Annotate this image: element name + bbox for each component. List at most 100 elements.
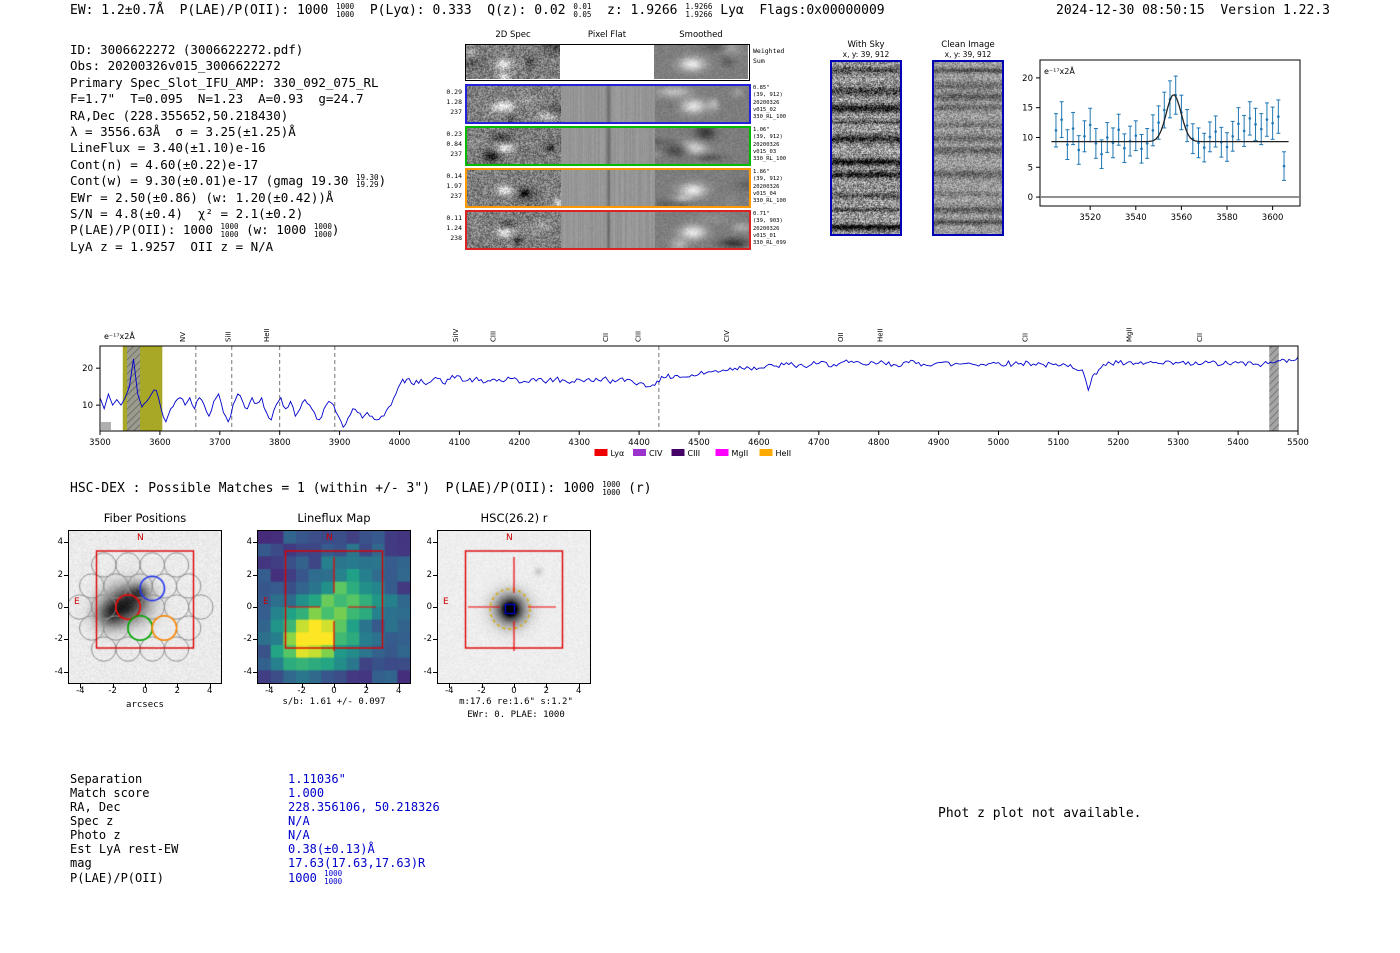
- x-tick-label: 3500: [89, 438, 111, 448]
- info-line: F=1.7" T=0.095 N=1.23 A=0.93 g=24.7: [70, 91, 364, 107]
- fiber-xtick: [80, 684, 82, 688]
- match-row-label: mag: [70, 856, 92, 870]
- lineflux-xtick: [398, 684, 400, 688]
- y-tick-label: 10: [1022, 133, 1033, 143]
- clean-image-panel: [932, 60, 1004, 236]
- with-sky-coords: x, y: 39, 912: [842, 50, 890, 59]
- right-label: v015_03: [753, 148, 777, 155]
- fiber-smoothed-image: [655, 86, 749, 122]
- plae-label: P(LAE)/P(OII): 1000: [179, 3, 337, 19]
- match-row-value: 1000: [288, 870, 325, 885]
- lineflux-xtick: [301, 684, 303, 688]
- masked-region-band: [1269, 346, 1279, 431]
- info-line: S/N = 4.8(±0.4) χ² = 2.1(±0.2): [70, 206, 304, 222]
- z-fraction: 1.9266 1.9266: [685, 3, 712, 19]
- z-value: z: 1.9266: [591, 3, 686, 19]
- emission-line-label: NV: [179, 332, 187, 342]
- data-point: [1066, 143, 1069, 146]
- spec2d-row-right-labels: 1.86" (39, 912) 20200326 v015_04 330_RL_100: [753, 169, 797, 205]
- data-point: [1259, 127, 1263, 131]
- left-label: 238: [450, 234, 462, 243]
- flux-units-annotation: e⁻¹⁷x2Å: [104, 330, 135, 341]
- match-row-value: 1.000: [288, 786, 325, 800]
- match-row-label: RA, Dec: [70, 800, 121, 814]
- right-label: (39, 912): [753, 92, 783, 99]
- match-table-row: Match score 1.000: [70, 786, 440, 800]
- clean-image-title: Clean Image: [941, 40, 995, 50]
- spec2d-fiber-row: [465, 210, 751, 250]
- hsc-xtick: [578, 684, 580, 688]
- fraction-bottom: 1000: [602, 487, 621, 497]
- fiber-xtick: [145, 684, 146, 688]
- fiber-xlabel: arcsecs: [126, 700, 164, 710]
- text: (w: 1000: [238, 222, 314, 238]
- lineflux-ytick-label: -4: [243, 666, 252, 677]
- compass-north: N: [137, 533, 144, 543]
- hsc-match-header: HSC-DEX : Possible Matches = 1 (within +…: [70, 481, 652, 497]
- data-point: [1134, 134, 1138, 137]
- text: Cont(w) = 9.30(±0.01)e-17 (gmag 19.30: [70, 173, 356, 189]
- data-point: [1254, 123, 1257, 126]
- x-tick-label: 5300: [1167, 438, 1189, 448]
- x-tick-label: 3700: [209, 438, 231, 448]
- x-tick-label: 4500: [688, 438, 710, 448]
- match-table-row: mag 17.63(17.63,17.63)R: [70, 856, 440, 870]
- left-label: 237: [450, 150, 462, 159]
- lineflux-ytick: [253, 542, 257, 544]
- data-point: [1157, 121, 1160, 124]
- legend-label: Lyα: [611, 449, 625, 458]
- legend-swatch: [633, 449, 646, 456]
- x-tick-label: 3600: [149, 438, 171, 448]
- lineflux-xtick: [269, 684, 271, 688]
- stacked-fraction: 19.30 19.29: [356, 173, 379, 190]
- spec2d-fiber-row: [465, 84, 751, 124]
- info-line: Obs: 20200326v015_3006622272: [70, 58, 281, 74]
- data-point: [1105, 136, 1109, 139]
- data-point: [1117, 128, 1120, 132]
- lineflux-caption: s/b: 1.61 +/- 0.097: [282, 697, 386, 707]
- x-tick-label: 4700: [808, 438, 830, 448]
- weighted-sum-label: Weighted Sum: [753, 46, 784, 66]
- x-tick-label: 3540: [1125, 213, 1147, 223]
- right-label: 20200326: [753, 141, 780, 148]
- fiber-pixelflat-image: [561, 170, 655, 206]
- info-line-plae: P(LAE)/P(OII): 1000 1000 1000 (w: 1000 10…: [70, 222, 386, 238]
- data-point: [1282, 164, 1286, 168]
- lineflux-ytick: [253, 639, 257, 641]
- version: Version 1.22.3: [1220, 3, 1330, 18]
- emission-line-label: CII: [1021, 333, 1029, 342]
- right-label: v015_02: [753, 106, 777, 113]
- fiber-xtick: [177, 684, 179, 688]
- data-point: [1151, 129, 1155, 132]
- data-point: [1225, 145, 1229, 149]
- emission-line-label: MgII: [1126, 327, 1134, 342]
- compass-east: E: [74, 597, 80, 607]
- weighted-smoothed-image: [654, 45, 748, 79]
- legend-label: CIII: [688, 449, 701, 458]
- hsc-cutout-plot: [437, 530, 591, 684]
- clean-image-coords: x, y: 39, 912: [944, 50, 992, 59]
- match-table-row: RA, Dec 228.356106, 50.218326: [70, 800, 440, 814]
- line-fit-plot: 3520 3540 3560 3580 3600 0 5 10 15 20 e⁻¹⁷x2Å: [1022, 59, 1301, 223]
- hsc-cutout-title: HSC(26.2) r: [480, 511, 548, 525]
- match-table: Separation 1.11036" Match score 1.000 RA, De…: [70, 772, 440, 886]
- fiber-ytick: [64, 574, 68, 576]
- hsc-ytick-label: 2: [426, 569, 432, 580]
- x-tick-label: 5100: [1048, 438, 1070, 448]
- hsc-ytick: [433, 607, 437, 608]
- x-tick-label: 5000: [988, 438, 1010, 448]
- match-row-value: N/A: [288, 814, 310, 828]
- right-label: 0.71": [753, 211, 770, 217]
- data-point: [1242, 129, 1246, 133]
- spec2d-row-right-labels: 0.71" (39, 903) 20200326 v015_01 330_RL_099: [753, 211, 797, 247]
- spec2d-row-right-labels: 0.85" (39, 912) 20200326 v015_02 330_RL_100: [753, 85, 797, 121]
- col-header-2dspec: 2D Spec: [495, 30, 531, 40]
- lineflux-ytick: [253, 574, 257, 576]
- y-tick-label: 20: [82, 364, 93, 374]
- hsc-ytick: [433, 671, 437, 673]
- legend-swatch: [671, 449, 685, 456]
- hsc-ytick-label: -4: [423, 666, 432, 677]
- emission-line-label: HeII: [876, 328, 884, 342]
- y-tick-label: 20: [1022, 74, 1033, 84]
- text: P(LAE)/P(OII): 1000: [70, 222, 221, 238]
